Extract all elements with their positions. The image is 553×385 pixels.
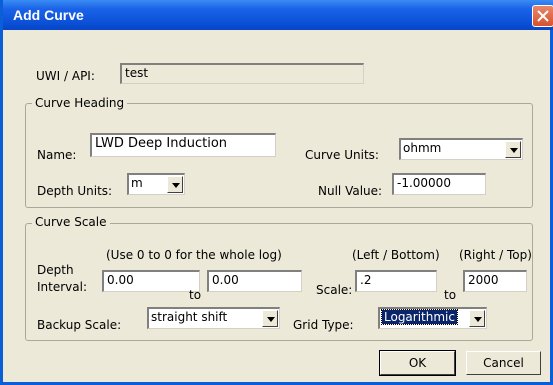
depth-to-label: to [189, 288, 202, 302]
grid-type-label: Grid Type: [293, 318, 354, 332]
curve-heading-title: Curve Heading [32, 96, 128, 110]
curve-units-select[interactable]: ohmm [399, 138, 523, 160]
scale-right-input[interactable]: 2000 [463, 270, 527, 292]
name-input[interactable]: LWD Deep Induction [90, 133, 276, 157]
curve-units-value: ohmm [403, 141, 442, 155]
add-curve-dialog: Add Curve UWI / API: test Curve Heading … [0, 0, 553, 385]
curve-units-label: Curve Units: [305, 148, 379, 162]
right-top-hint: (Right / Top) [459, 248, 532, 262]
chevron-down-icon[interactable] [505, 141, 521, 158]
ok-button[interactable]: OK [379, 350, 456, 376]
grid-type-value: Logarithmic [381, 309, 458, 325]
depth-label: Depth [37, 263, 74, 277]
scale-left-input[interactable]: .2 [355, 270, 437, 292]
close-icon [537, 10, 549, 22]
depth-units-label: Depth Units: [37, 184, 113, 198]
curve-scale-title: Curve Scale [32, 215, 110, 229]
depth-units-value: m [131, 176, 143, 190]
name-label: Name: [37, 148, 77, 162]
grid-type-select[interactable]: Logarithmic [378, 307, 487, 329]
scale-to-label: to [444, 288, 457, 302]
depth-from-input[interactable]: 0.00 [102, 270, 200, 292]
scale-label: Scale: [316, 283, 353, 297]
null-value-label: Null Value: [318, 184, 383, 198]
chevron-down-icon[interactable] [262, 310, 278, 327]
depth-to-input[interactable]: 0.00 [207, 270, 302, 292]
left-bottom-hint: (Left / Bottom) [352, 248, 440, 262]
chevron-down-icon[interactable] [167, 176, 183, 193]
backup-scale-label: Backup Scale: [37, 318, 122, 332]
title-bar[interactable]: Add Curve [3, 0, 553, 30]
close-button[interactable] [532, 5, 553, 27]
interval-label: Interval: [37, 280, 87, 294]
backup-scale-value: straight shift [151, 310, 228, 324]
chevron-down-icon[interactable] [469, 310, 485, 327]
uwi-label: UWI / API: [36, 69, 95, 83]
dialog-title: Add Curve [13, 7, 84, 23]
whole-log-hint: (Use 0 to 0 for the whole log) [106, 248, 282, 262]
null-value-input[interactable]: -1.00000 [392, 173, 486, 195]
cancel-button[interactable]: Cancel [466, 351, 541, 375]
uwi-field: test [120, 63, 364, 84]
depth-units-select[interactable]: m [127, 173, 185, 195]
backup-scale-select[interactable]: straight shift [147, 307, 280, 329]
